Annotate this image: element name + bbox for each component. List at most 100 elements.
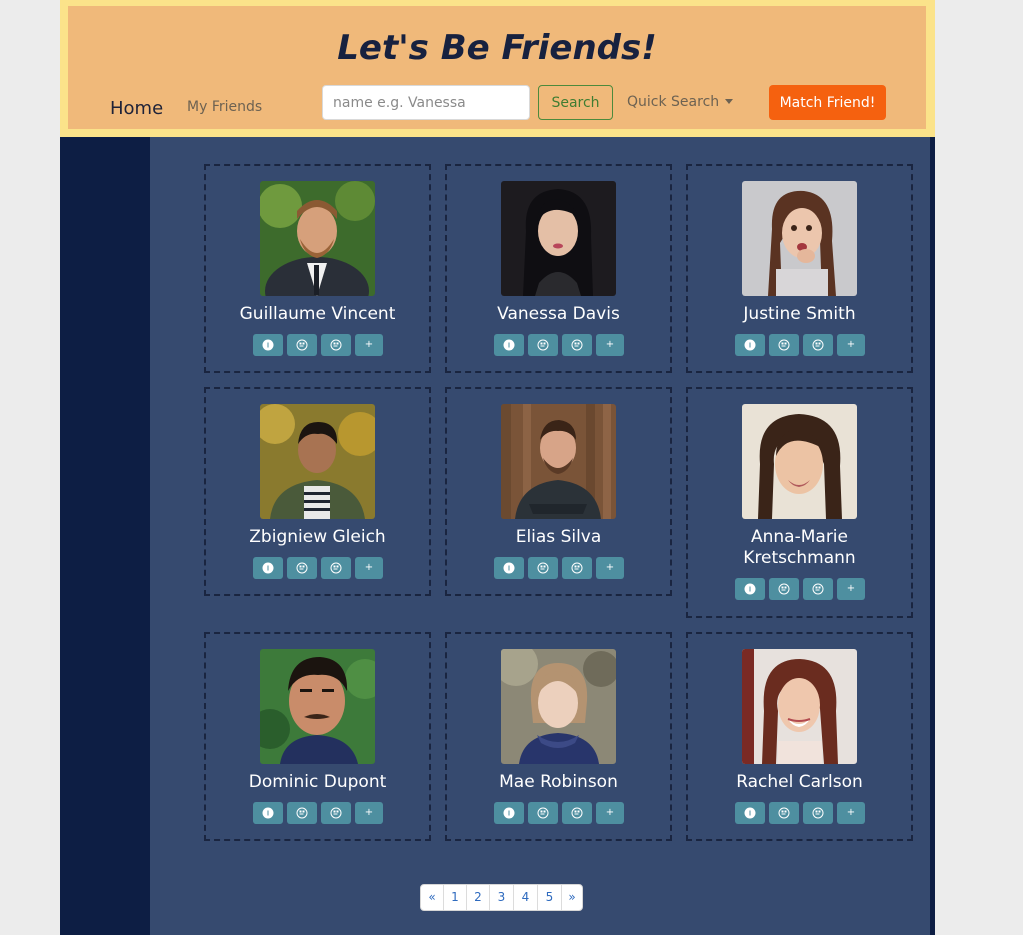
nav-home-link[interactable]: Home (110, 98, 163, 119)
add-friend-button[interactable]: + (837, 802, 865, 824)
plus-icon: + (605, 562, 615, 573)
dislike-button[interactable] (562, 557, 592, 579)
pagination-prev[interactable]: « (421, 885, 444, 910)
info-icon (744, 339, 756, 351)
friend-name: Vanessa Davis (497, 304, 620, 324)
friend-actions: + (253, 557, 383, 579)
add-friend-button[interactable]: + (355, 802, 383, 824)
like-button[interactable] (528, 557, 558, 579)
smile-icon (296, 562, 308, 574)
friend-actions: + (253, 334, 383, 356)
dislike-button[interactable] (562, 802, 592, 824)
info-button[interactable] (494, 557, 524, 579)
friends-grid-area: Guillaume Vincent + Vanessa Davis + Just… (150, 137, 930, 935)
info-button[interactable] (494, 802, 524, 824)
friend-card: Elias Silva + (445, 387, 672, 596)
friend-actions: + (735, 578, 865, 600)
plus-icon: + (846, 339, 856, 350)
avatar (742, 649, 857, 764)
search-input[interactable] (322, 85, 530, 120)
info-button[interactable] (253, 334, 283, 356)
avatar (260, 181, 375, 296)
caret-down-icon (725, 99, 734, 104)
friend-name: Elias Silva (515, 527, 602, 547)
like-button[interactable] (528, 802, 558, 824)
search-button[interactable]: Search (538, 85, 613, 120)
pagination-page-3[interactable]: 3 (490, 885, 514, 910)
dislike-button[interactable] (562, 334, 592, 356)
avatar (260, 404, 375, 519)
like-button[interactable] (769, 334, 799, 356)
pagination-page-2[interactable]: 2 (467, 885, 490, 910)
add-friend-button[interactable]: + (596, 334, 624, 356)
smile-icon (296, 339, 308, 351)
add-friend-button[interactable]: + (355, 557, 383, 579)
header-bar: Let's Be Friends! Home My Friends Search… (68, 6, 926, 129)
avatar (501, 181, 616, 296)
frown-icon (812, 583, 824, 595)
page-title: Let's Be Friends! (337, 28, 657, 68)
friend-name: Rachel Carlson (736, 772, 863, 792)
plus-icon: + (605, 339, 615, 350)
info-button[interactable] (735, 578, 765, 600)
nav-my-friends-link[interactable]: My Friends (187, 99, 262, 115)
friend-card: Justine Smith + (686, 164, 913, 373)
info-button[interactable] (253, 557, 283, 579)
add-friend-button[interactable]: + (596, 557, 624, 579)
friend-actions: + (494, 802, 624, 824)
right-divider (930, 137, 935, 935)
avatar (501, 404, 616, 519)
match-friend-button[interactable]: Match Friend! (769, 85, 886, 120)
like-button[interactable] (287, 802, 317, 824)
like-button[interactable] (769, 802, 799, 824)
add-friend-button[interactable]: + (837, 334, 865, 356)
info-button[interactable] (735, 334, 765, 356)
dislike-button[interactable] (803, 578, 833, 600)
friend-actions: + (253, 802, 383, 824)
info-icon (503, 562, 515, 574)
avatar (742, 181, 857, 296)
smile-icon (778, 807, 790, 819)
friend-card: Vanessa Davis + (445, 164, 672, 373)
pagination-page-5[interactable]: 5 (538, 885, 562, 910)
dislike-button[interactable] (321, 557, 351, 579)
pagination-page-4[interactable]: 4 (514, 885, 538, 910)
pagination-page-1[interactable]: 1 (444, 885, 467, 910)
friend-actions: + (494, 334, 624, 356)
add-friend-button[interactable]: + (596, 802, 624, 824)
friend-card: Guillaume Vincent + (204, 164, 431, 373)
plus-icon: + (846, 807, 856, 818)
smile-icon (778, 339, 790, 351)
pagination-next[interactable]: » (562, 885, 582, 910)
info-button[interactable] (735, 802, 765, 824)
info-icon (262, 339, 274, 351)
dislike-button[interactable] (321, 334, 351, 356)
dislike-button[interactable] (803, 802, 833, 824)
friend-card: Rachel Carlson + (686, 632, 913, 841)
info-button[interactable] (253, 802, 283, 824)
add-friend-button[interactable]: + (837, 578, 865, 600)
avatar (260, 649, 375, 764)
quick-search-dropdown[interactable]: Quick Search (627, 94, 734, 110)
add-friend-button[interactable]: + (355, 334, 383, 356)
info-button[interactable] (494, 334, 524, 356)
dislike-button[interactable] (803, 334, 833, 356)
header: Let's Be Friends! Home My Friends Search… (60, 0, 935, 137)
info-icon (503, 339, 515, 351)
friend-name: Anna-Marie Kretschmann (743, 527, 856, 568)
dislike-button[interactable] (321, 802, 351, 824)
like-button[interactable] (287, 557, 317, 579)
smile-icon (537, 807, 549, 819)
frown-icon (571, 807, 583, 819)
plus-icon: + (846, 583, 856, 594)
frown-icon (330, 807, 342, 819)
like-button[interactable] (528, 334, 558, 356)
like-button[interactable] (769, 578, 799, 600)
plus-icon: + (364, 807, 374, 818)
app-container: Let's Be Friends! Home My Friends Search… (60, 0, 935, 935)
like-button[interactable] (287, 334, 317, 356)
smile-icon (296, 807, 308, 819)
info-icon (262, 807, 274, 819)
smile-icon (778, 583, 790, 595)
frown-icon (812, 339, 824, 351)
